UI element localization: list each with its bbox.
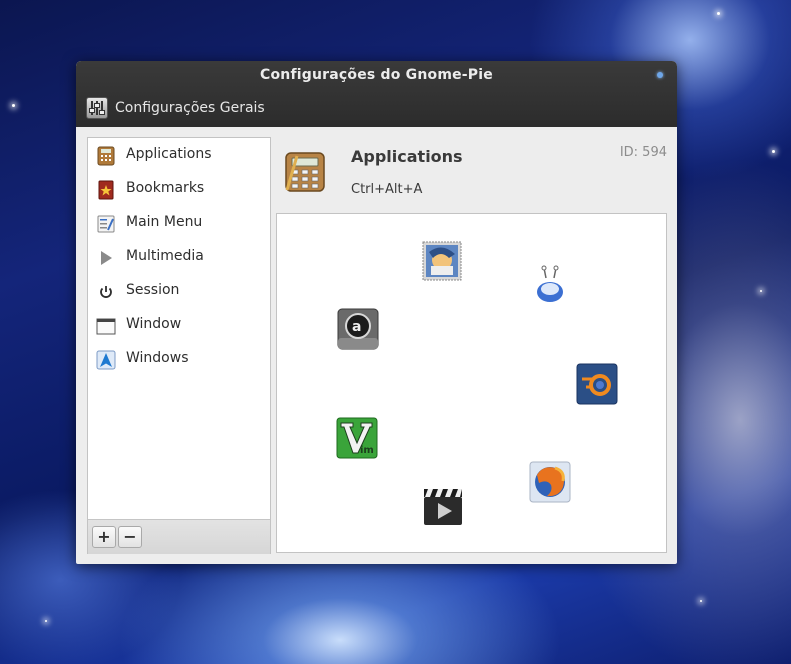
list-toolbar: + −: [88, 519, 270, 554]
pie-name-label[interactable]: Applications: [351, 147, 463, 166]
blender-icon[interactable]: [576, 363, 618, 405]
pie-item-main-menu[interactable]: Main Menu: [88, 208, 270, 238]
pie-id-label: ID: 594: [619, 145, 667, 160]
thunderbird-icon[interactable]: [421, 240, 463, 282]
pie-item-multimedia[interactable]: Multimedia: [88, 242, 270, 272]
power-icon: [100, 286, 112, 298]
pie-preview-area[interactable]: im a: [276, 213, 667, 553]
firefox-icon[interactable]: [529, 461, 571, 503]
pie-item-label: Main Menu: [126, 214, 203, 230]
pie-item-label: Window: [126, 316, 182, 332]
add-pie-button[interactable]: +: [92, 526, 116, 548]
pie-item-applications[interactable]: Applications: [88, 140, 270, 170]
play-triangle-icon: [101, 251, 112, 265]
pie-item-bookmarks[interactable]: Bookmarks: [88, 174, 270, 204]
close-icon[interactable]: [657, 72, 663, 78]
svg-text:a: a: [352, 319, 361, 335]
pie-shortcut-label[interactable]: Ctrl+Alt+A: [351, 182, 422, 197]
clapperboard-icon[interactable]: [422, 485, 464, 527]
star: [700, 600, 702, 602]
settings-sliders-icon[interactable]: [86, 97, 108, 119]
svg-text:im: im: [360, 445, 374, 456]
calculator-icon[interactable]: [283, 150, 327, 194]
gnome-pie-settings-window: Configurações do Gnome-Pie Configurações…: [76, 61, 677, 564]
vim-icon[interactable]: im: [336, 417, 378, 459]
star: [717, 12, 720, 15]
pie-item-window[interactable]: Window: [88, 310, 270, 340]
general-settings-button[interactable]: Configurações Gerais: [115, 100, 265, 116]
titlebar[interactable]: Configurações do Gnome-Pie Configurações…: [76, 61, 677, 127]
remove-pie-button[interactable]: −: [118, 526, 142, 548]
pie-item-label: Session: [126, 282, 180, 298]
amarok-icon[interactable]: a: [337, 308, 379, 350]
star: [12, 104, 15, 107]
pie-item-session[interactable]: Session: [88, 276, 270, 306]
pie-list: Applications Bookmarks Main Menu Multime…: [87, 137, 271, 554]
main-menu-icon: [97, 215, 115, 233]
pie-item-label: Applications: [126, 146, 212, 162]
star: [772, 150, 775, 153]
bookmark-star-icon: [98, 180, 114, 200]
pie-item-windows[interactable]: Windows: [88, 344, 270, 374]
star: [45, 620, 47, 622]
window-title: Configurações do Gnome-Pie: [260, 67, 493, 83]
arch-logo-icon: [96, 350, 116, 370]
pie-item-label: Bookmarks: [126, 180, 205, 196]
pie-item-label: Windows: [126, 350, 189, 366]
empathy-icon[interactable]: [529, 264, 571, 306]
pie-item-label: Multimedia: [126, 248, 204, 264]
star: [760, 290, 762, 292]
window-icon: [96, 318, 116, 335]
calculator-icon: [97, 146, 115, 166]
